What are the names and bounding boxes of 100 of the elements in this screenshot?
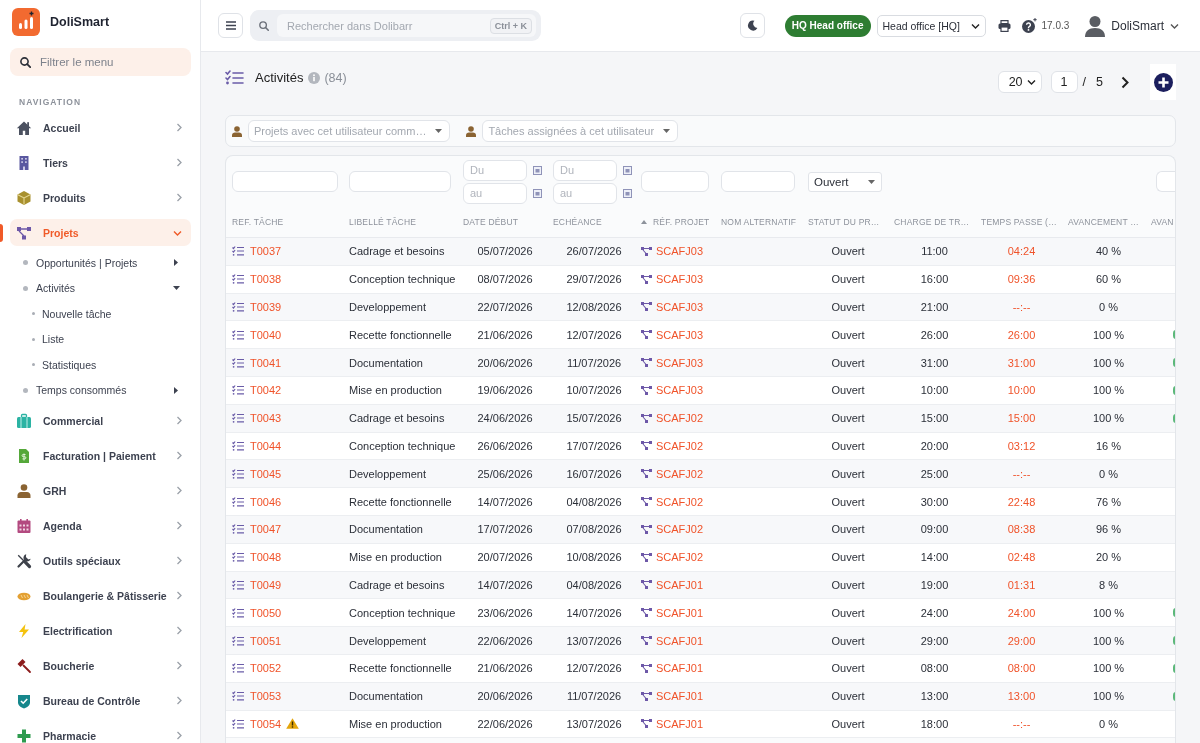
menu-item[interactable]: Produits [10, 184, 191, 211]
column-header[interactable]: TEMPS PASSE (… [981, 217, 1057, 227]
submenu-item[interactable]: Nouvelle tâche [10, 301, 191, 327]
status-filter-select[interactable]: Ouvert [808, 171, 882, 192]
task-link[interactable]: T0047 [250, 523, 282, 536]
column-header[interactable]: LIBELLÉ TÂCHE [349, 217, 417, 227]
filter-input[interactable] [641, 171, 709, 192]
entity-select[interactable]: Head office [HQ] [876, 14, 986, 37]
project-link[interactable]: SCAFJ02 [656, 495, 704, 508]
add-button[interactable] [1150, 64, 1176, 100]
chevron-right-icon[interactable] [1121, 75, 1129, 89]
project-link[interactable]: SCAFJ03 [656, 245, 704, 258]
menu-item[interactable]: Agenda [10, 512, 191, 539]
project-link[interactable]: SCAFJ02 [656, 551, 704, 564]
menu-button[interactable] [218, 13, 243, 38]
page-input[interactable]: 1 [1050, 71, 1078, 93]
task-link[interactable]: T0054 [250, 717, 282, 730]
column-header[interactable]: REF. TÂCHE [232, 217, 284, 227]
filter-input[interactable] [721, 171, 795, 192]
progress-percent: 100 % [1092, 384, 1125, 397]
start-date: 21/06/2026 [477, 328, 533, 341]
column-header[interactable]: DATE DÉBUT [463, 217, 519, 227]
menu-item[interactable]: Tiers [10, 149, 191, 176]
project-link[interactable]: SCAFJ02 [656, 523, 704, 536]
project-link[interactable]: SCAFJ03 [656, 384, 704, 397]
task-link[interactable]: T0053 [250, 690, 282, 703]
menu-item[interactable]: GRH [10, 477, 191, 504]
project-link[interactable]: SCAFJ01 [656, 634, 704, 647]
sort-asc-icon[interactable] [641, 220, 647, 224]
menu-item[interactable]: Pharmacie [10, 722, 191, 743]
menu-item[interactable]: Electrification [10, 617, 191, 644]
project-link[interactable]: SCAFJ01 [656, 578, 704, 591]
task-link[interactable]: T0049 [250, 578, 282, 591]
planned-time: 16:00 [920, 273, 949, 286]
task-link[interactable]: T0037 [250, 245, 282, 258]
date-input[interactable]: au [463, 182, 527, 204]
task-link[interactable]: T0052 [250, 662, 282, 675]
menu-item[interactable]: Outils spéciaux [10, 547, 191, 574]
menu-item[interactable]: Bureau de Contrôle [10, 687, 191, 714]
menu-item[interactable]: Accueil [10, 114, 191, 141]
project-link[interactable]: SCAFJ02 [656, 467, 704, 480]
help-icon[interactable] [1021, 18, 1037, 33]
task-link[interactable]: T0045 [250, 467, 282, 480]
submenu-item[interactable]: Temps consommés [10, 377, 191, 403]
column-header[interactable]: AVANCEMENT … [1068, 217, 1139, 227]
submenu-item[interactable]: Liste [10, 326, 191, 352]
project-link[interactable]: SCAFJ01 [656, 662, 704, 675]
project-link[interactable]: SCAFJ01 [656, 717, 704, 730]
task-link[interactable]: T0039 [250, 301, 282, 313]
printer-icon[interactable] [997, 19, 1011, 32]
column-header[interactable]: AVAN [1151, 217, 1174, 227]
time-spent: 10:00 [1007, 384, 1036, 397]
date-input[interactable]: Du [463, 159, 527, 181]
task-link[interactable]: T0038 [250, 273, 282, 286]
submenu-item[interactable]: Activités [10, 275, 191, 301]
date-input[interactable]: au [553, 182, 617, 204]
task-link[interactable]: T0041 [250, 356, 282, 369]
task-link[interactable]: T0043 [250, 412, 282, 425]
menu-item[interactable]: Commercial [10, 407, 191, 434]
project-link[interactable]: SCAFJ03 [656, 328, 704, 341]
task-link[interactable]: T0050 [250, 606, 282, 619]
project-link[interactable]: SCAFJ03 [656, 301, 704, 313]
task-link[interactable]: T0042 [250, 384, 282, 397]
theme-button[interactable] [739, 13, 765, 38]
user-filter-select[interactable]: Projets avec cet utilisateur comm… [248, 120, 451, 142]
menu-item[interactable]: Boucherie [10, 652, 191, 679]
task-link[interactable]: T0040 [250, 328, 282, 341]
menu-item[interactable]: Boulangerie & Pâtisserie [10, 582, 191, 609]
per-page-select[interactable]: 20 [997, 71, 1042, 93]
menu-item[interactable]: Facturation | Paiement [10, 442, 191, 469]
project-link[interactable]: SCAFJ02 [656, 439, 704, 452]
user-menu[interactable]: DoliSmart [1085, 14, 1179, 37]
column-header[interactable]: ECHÉANCE [553, 217, 602, 227]
hierarchy-icon [641, 497, 652, 507]
filter-input[interactable] [232, 171, 338, 192]
task-link[interactable]: T0051 [250, 634, 282, 647]
user-filter-select[interactable]: Tâches assignées à cet utilisateur [482, 120, 679, 142]
project-link[interactable]: SCAFJ01 [656, 690, 704, 703]
column-header[interactable]: RÉF. PROJET [653, 217, 710, 227]
menu-item[interactable]: Projets [10, 219, 191, 246]
avatar-icon [1085, 14, 1106, 37]
date-input[interactable]: Du [553, 159, 617, 181]
column-header[interactable]: CHARGE DE TR… [894, 217, 970, 227]
checklist-icon [232, 663, 244, 674]
filter-input[interactable] [1156, 171, 1175, 192]
task-link[interactable]: T0044 [250, 439, 282, 452]
filter-input[interactable] [349, 171, 451, 192]
project-link[interactable]: SCAFJ03 [656, 273, 704, 286]
menu-filter-field[interactable]: Filtrer le menu [10, 48, 191, 76]
due-date: 12/08/2026 [566, 301, 622, 313]
task-name: Recette fonctionnelle [349, 495, 452, 508]
project-link[interactable]: SCAFJ03 [656, 356, 704, 369]
submenu-item[interactable]: Statistiques [10, 352, 191, 378]
column-header[interactable]: NOM ALTERNATIF [721, 217, 797, 227]
project-link[interactable]: SCAFJ01 [656, 606, 704, 619]
task-link[interactable]: T0048 [250, 551, 282, 564]
project-link[interactable]: SCAFJ02 [656, 412, 704, 425]
column-header[interactable]: STATUT DU PR… [808, 217, 880, 227]
submenu-item[interactable]: Opportunités | Projets [10, 250, 191, 276]
task-link[interactable]: T0046 [250, 495, 282, 508]
